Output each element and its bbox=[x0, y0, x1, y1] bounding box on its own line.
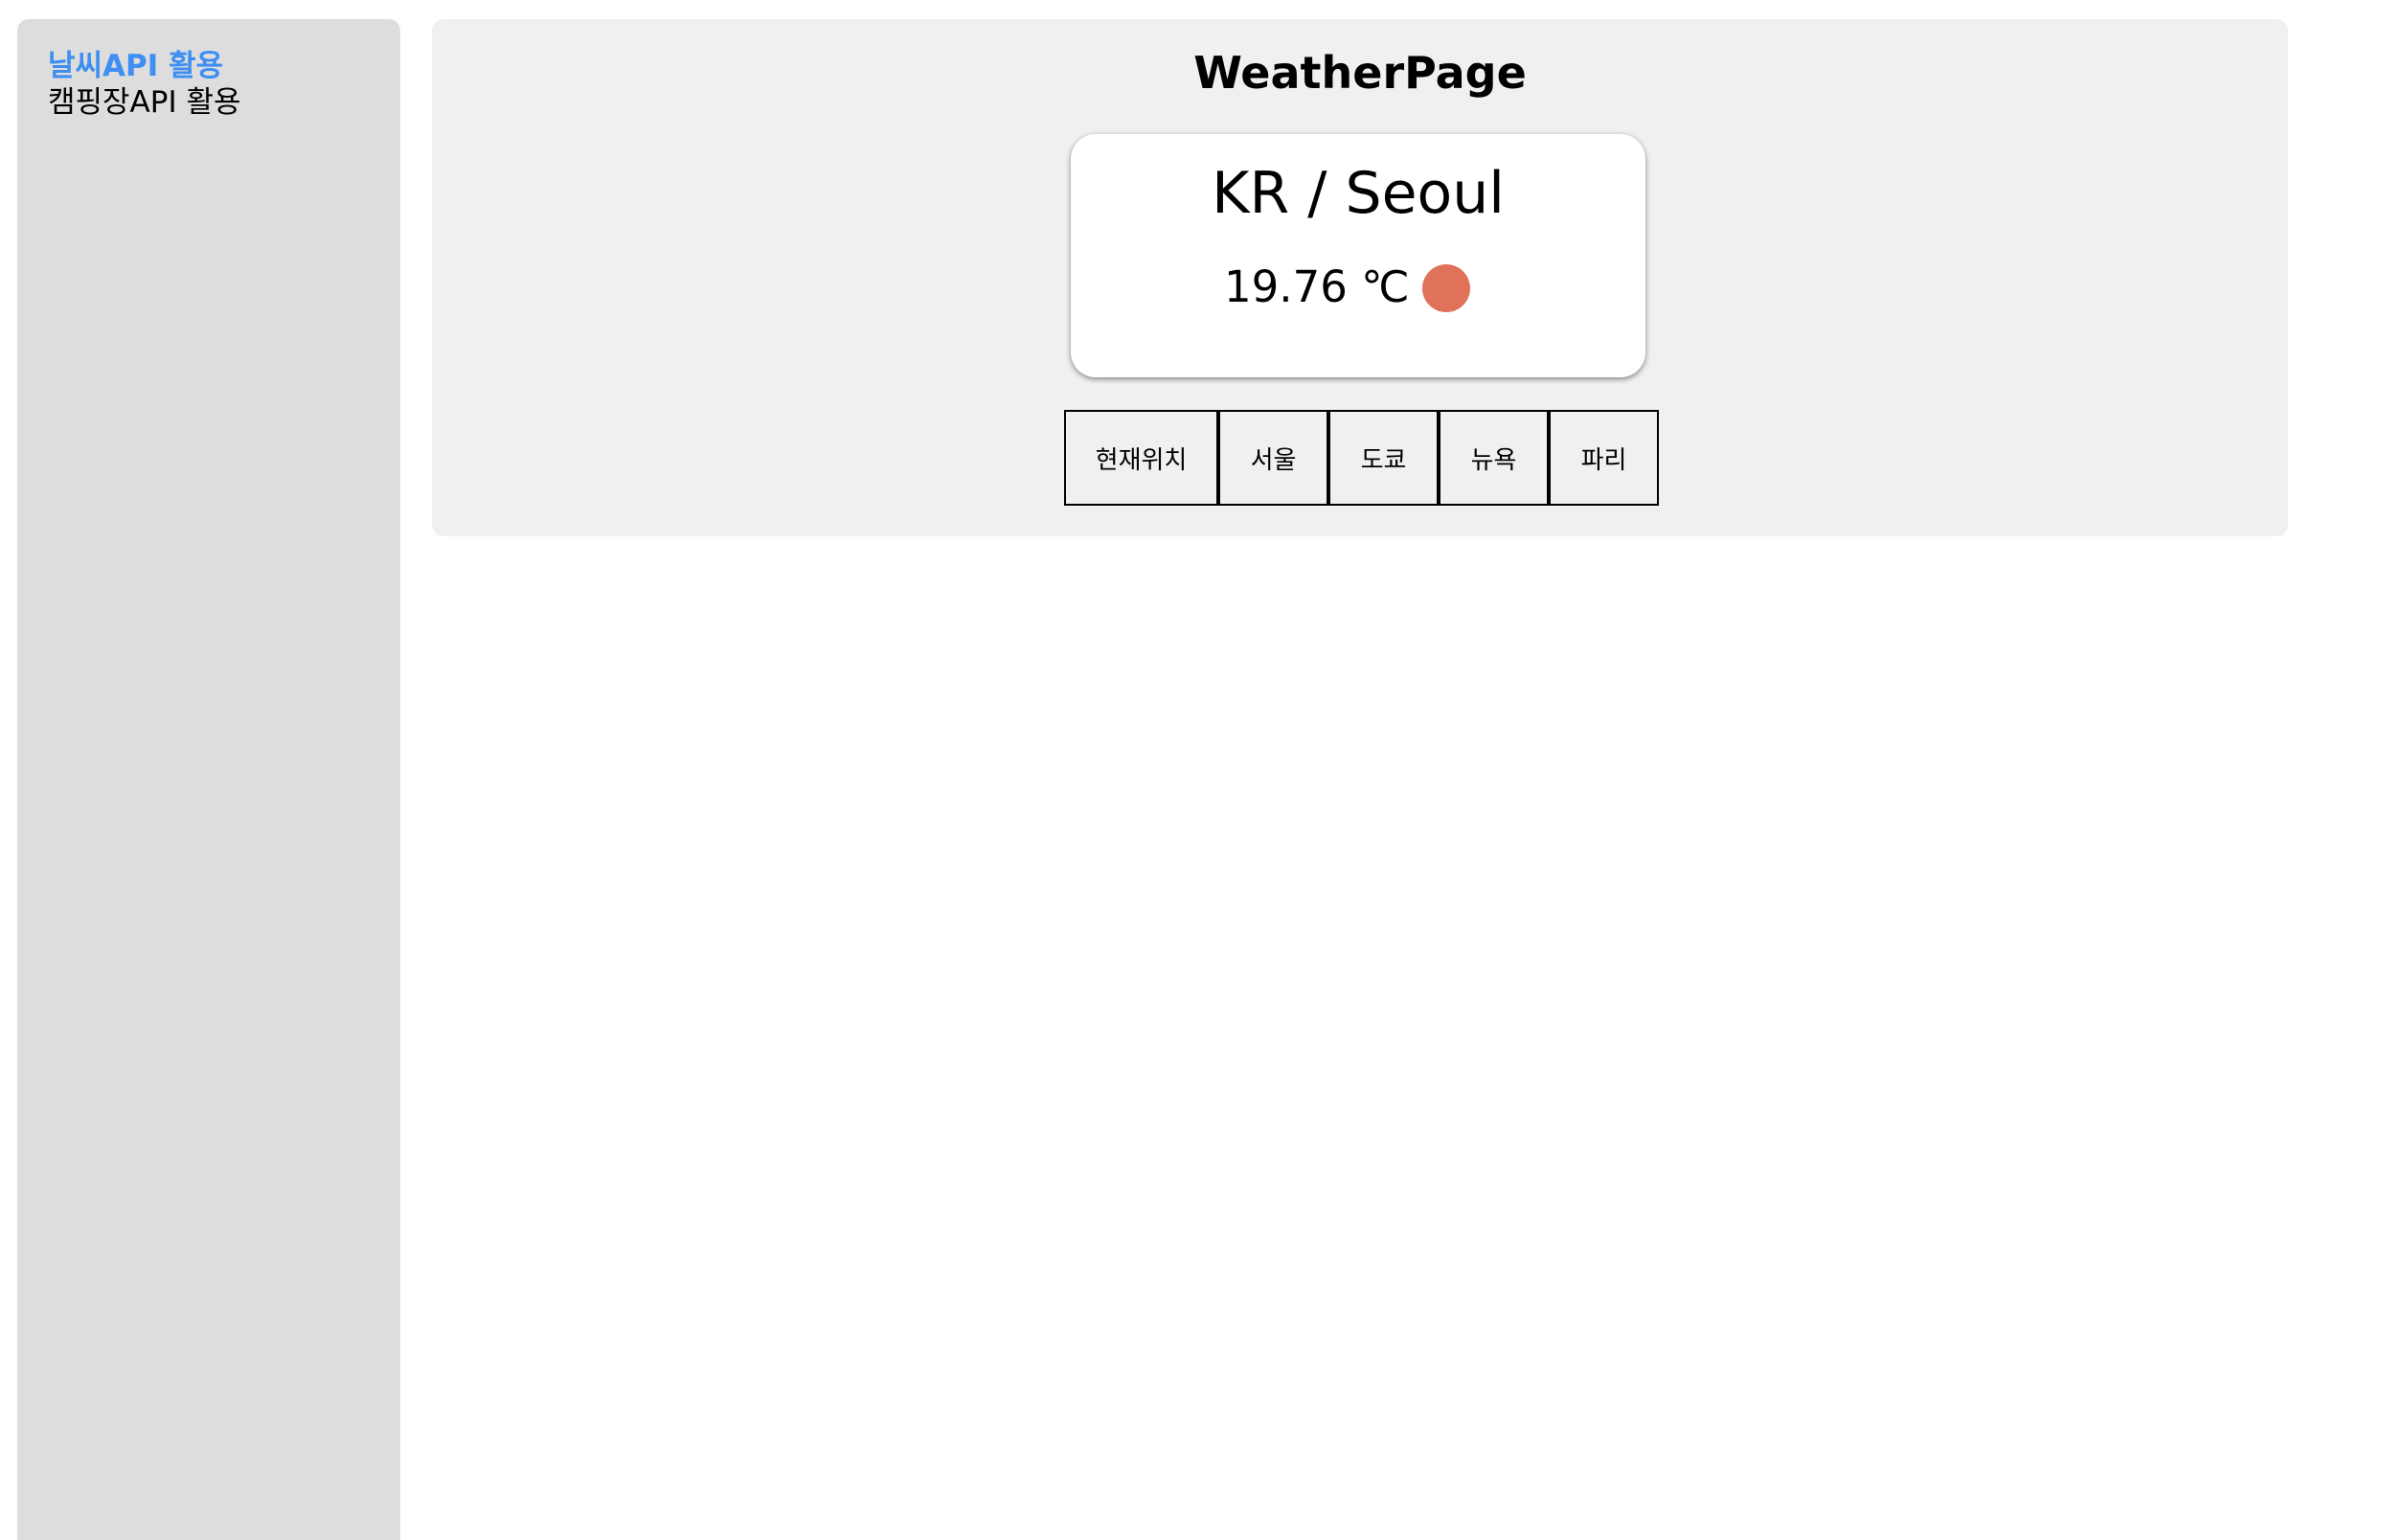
page-title: WeatherPage bbox=[1193, 47, 1527, 99]
tokyo-button[interactable]: 도쿄 bbox=[1328, 410, 1439, 506]
sun-icon bbox=[1422, 264, 1470, 312]
location-text: KR / Seoul bbox=[1212, 160, 1505, 227]
temperature-row: 19.76 ℃ bbox=[1071, 259, 1645, 316]
city-button-group: 현재위치 서울 도쿄 뉴욕 파리 bbox=[1064, 410, 1659, 506]
sidebar-nav: 날씨API 활용 캠핑장API 활용 bbox=[48, 48, 241, 121]
main-panel: WeatherPage KR / Seoul 19.76 ℃ 현재위치 서울 도… bbox=[432, 19, 2288, 536]
paris-button[interactable]: 파리 bbox=[1549, 410, 1659, 506]
sidebar: 날씨API 활용 캠핑장API 활용 bbox=[17, 19, 400, 1540]
seoul-button[interactable]: 서울 bbox=[1218, 410, 1328, 506]
temperature-text: 19.76 ℃ bbox=[1224, 261, 1410, 312]
sidebar-item-weather-api[interactable]: 날씨API 활용 bbox=[48, 48, 241, 84]
sidebar-item-camping-api[interactable]: 캠핑장API 활용 bbox=[48, 84, 241, 121]
weather-card: KR / Seoul 19.76 ℃ bbox=[1071, 134, 1645, 377]
new-york-button[interactable]: 뉴욕 bbox=[1439, 410, 1549, 506]
current-location-button[interactable]: 현재위치 bbox=[1064, 410, 1218, 506]
